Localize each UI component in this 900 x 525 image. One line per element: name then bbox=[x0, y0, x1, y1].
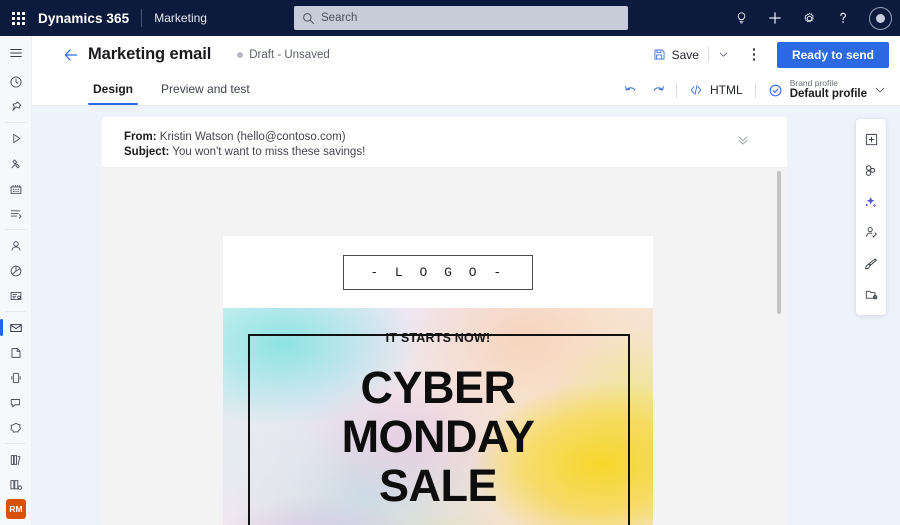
sidebar-item-social-posts[interactable] bbox=[0, 415, 32, 440]
suite-bar: Dynamics 365 Marketing Search bbox=[0, 0, 900, 36]
html-label: HTML bbox=[710, 83, 743, 97]
brand-profile-label: Brand profile bbox=[789, 77, 838, 88]
status-dot-icon bbox=[237, 51, 244, 58]
avatar[interactable] bbox=[860, 0, 900, 36]
brand-divider bbox=[141, 9, 143, 27]
email-subject-label: Subject: bbox=[124, 146, 170, 158]
sidebar-item-journeys-play[interactable] bbox=[0, 126, 32, 151]
command-bar: Marketing email Draft - Unsaved Save Rea… bbox=[32, 36, 900, 73]
sidebar-item-pinned[interactable] bbox=[0, 94, 32, 119]
suite-actions bbox=[724, 0, 900, 36]
undo-icon[interactable] bbox=[616, 76, 644, 104]
more-commands-button[interactable] bbox=[741, 42, 767, 68]
elements-icon[interactable] bbox=[856, 155, 886, 186]
app-name[interactable]: Marketing bbox=[154, 11, 207, 25]
sidebar-item-push-notifications[interactable] bbox=[0, 390, 32, 415]
search-input[interactable]: Search bbox=[321, 12, 357, 24]
email-header: From: Kristin Watson (hello@contoso.com)… bbox=[102, 117, 787, 168]
sidebar-item-text-messages[interactable] bbox=[0, 365, 32, 390]
app-launcher-icon[interactable] bbox=[0, 0, 36, 36]
search-box[interactable]: Search bbox=[294, 6, 628, 30]
design-canvas: From: Kristin Watson (hello@contoso.com)… bbox=[32, 106, 900, 525]
status-badge: Draft - Unsaved bbox=[237, 49, 330, 61]
hero-title-line-3: SALE bbox=[378, 460, 498, 511]
tab-actions-divider-1 bbox=[676, 82, 678, 98]
save-button[interactable]: Save bbox=[648, 42, 704, 68]
sidebar-item-segments[interactable] bbox=[0, 258, 32, 283]
save-icon bbox=[653, 48, 666, 61]
email-editor-pane: From: Kristin Watson (hello@contoso.com)… bbox=[102, 117, 787, 525]
tab-bar-actions: HTML Brand profile Default profile bbox=[616, 75, 900, 105]
sidebar-item-workflows[interactable] bbox=[0, 201, 32, 226]
email-subject-line: Subject: You won't want to miss these sa… bbox=[124, 145, 787, 160]
left-rail: RM bbox=[0, 36, 32, 525]
hero-title-line-2: MONDAY bbox=[341, 411, 535, 462]
ai-sparkle-icon[interactable] bbox=[856, 186, 886, 217]
email-logo-section[interactable]: - L O G O - bbox=[223, 236, 653, 308]
lightbulb-icon[interactable] bbox=[724, 0, 758, 36]
code-brackets-icon bbox=[689, 83, 703, 97]
brand-profile-chevron-down-icon[interactable] bbox=[874, 84, 886, 96]
brand-profile-value: Default profile bbox=[789, 88, 867, 101]
html-button[interactable]: HTML bbox=[681, 77, 751, 103]
brand-title[interactable]: Dynamics 365 bbox=[36, 11, 129, 26]
tab-design[interactable]: Design bbox=[88, 72, 139, 105]
redo-icon[interactable] bbox=[644, 76, 672, 104]
email-from-value[interactable]: Kristin Watson (hello@contoso.com) bbox=[160, 131, 346, 143]
tab-actions-divider-2 bbox=[754, 82, 756, 98]
search-icon bbox=[302, 12, 315, 25]
sidebar-item-hamburger[interactable] bbox=[0, 40, 32, 65]
sidebar-item-events[interactable] bbox=[0, 176, 32, 201]
sidebar-item-content-library[interactable] bbox=[0, 447, 32, 472]
email-from-label: From: bbox=[124, 131, 157, 143]
email-body: - L O G O - IT STARTS NOW! CYBER MONDAY … bbox=[223, 236, 653, 525]
tab-bar: Design Preview and test HTML Brand profi… bbox=[32, 73, 900, 106]
hero-text-block: IT STARTS NOW! CYBER MONDAY SALE bbox=[223, 308, 653, 510]
email-hero-image[interactable]: IT STARTS NOW! CYBER MONDAY SALE bbox=[223, 308, 653, 525]
back-arrow-icon[interactable] bbox=[54, 36, 88, 73]
tab-preview-and-test[interactable]: Preview and test bbox=[156, 72, 255, 105]
styles-brush-icon[interactable] bbox=[856, 248, 886, 279]
sidebar-item-marketing-pages[interactable] bbox=[0, 340, 32, 365]
brand-profile-selector[interactable]: Brand profile Default profile bbox=[760, 75, 890, 105]
save-label: Save bbox=[671, 47, 699, 62]
sidebar-item-templates[interactable] bbox=[0, 472, 32, 497]
preview-scrollbar-thumb[interactable] bbox=[777, 171, 781, 314]
environment-badge[interactable]: RM bbox=[6, 499, 26, 519]
add-element-icon[interactable] bbox=[856, 124, 886, 155]
email-subject-value[interactable]: You won't want to miss these savings! bbox=[172, 146, 365, 158]
email-preview-area: - L O G O - IT STARTS NOW! CYBER MONDAY … bbox=[102, 168, 787, 525]
gear-icon[interactable] bbox=[792, 0, 826, 36]
ready-to-send-button[interactable]: Ready to send bbox=[776, 41, 889, 68]
sidebar-item-journeys[interactable] bbox=[0, 151, 32, 176]
plus-icon[interactable] bbox=[758, 0, 792, 36]
brand-check-icon bbox=[768, 83, 783, 98]
assets-library-icon[interactable] bbox=[856, 279, 886, 310]
command-bar-actions: Save Ready to send bbox=[648, 41, 900, 68]
logo-placeholder: - L O G O - bbox=[343, 254, 533, 290]
page-title: Marketing email bbox=[88, 45, 212, 63]
hero-title-line-1: CYBER bbox=[360, 362, 516, 413]
hero-kicker: IT STARTS NOW! bbox=[385, 331, 491, 345]
editor-tools-panel bbox=[856, 119, 886, 315]
sidebar-item-marketing-emails[interactable] bbox=[0, 315, 32, 340]
sidebar-item-forms[interactable] bbox=[0, 283, 32, 308]
save-dropdown-chevron-down-icon[interactable] bbox=[713, 42, 735, 68]
save-divider bbox=[707, 47, 709, 62]
expand-header-chevron-double-down-icon[interactable] bbox=[733, 130, 753, 150]
status-text: Draft - Unsaved bbox=[249, 48, 330, 61]
preview-scrollbar[interactable] bbox=[777, 171, 781, 523]
sidebar-item-recent[interactable] bbox=[0, 69, 32, 94]
question-icon[interactable] bbox=[826, 0, 860, 36]
personalization-icon[interactable] bbox=[856, 217, 886, 248]
sidebar-item-contacts[interactable] bbox=[0, 233, 32, 258]
email-from-line: From: Kristin Watson (hello@contoso.com) bbox=[124, 130, 787, 145]
